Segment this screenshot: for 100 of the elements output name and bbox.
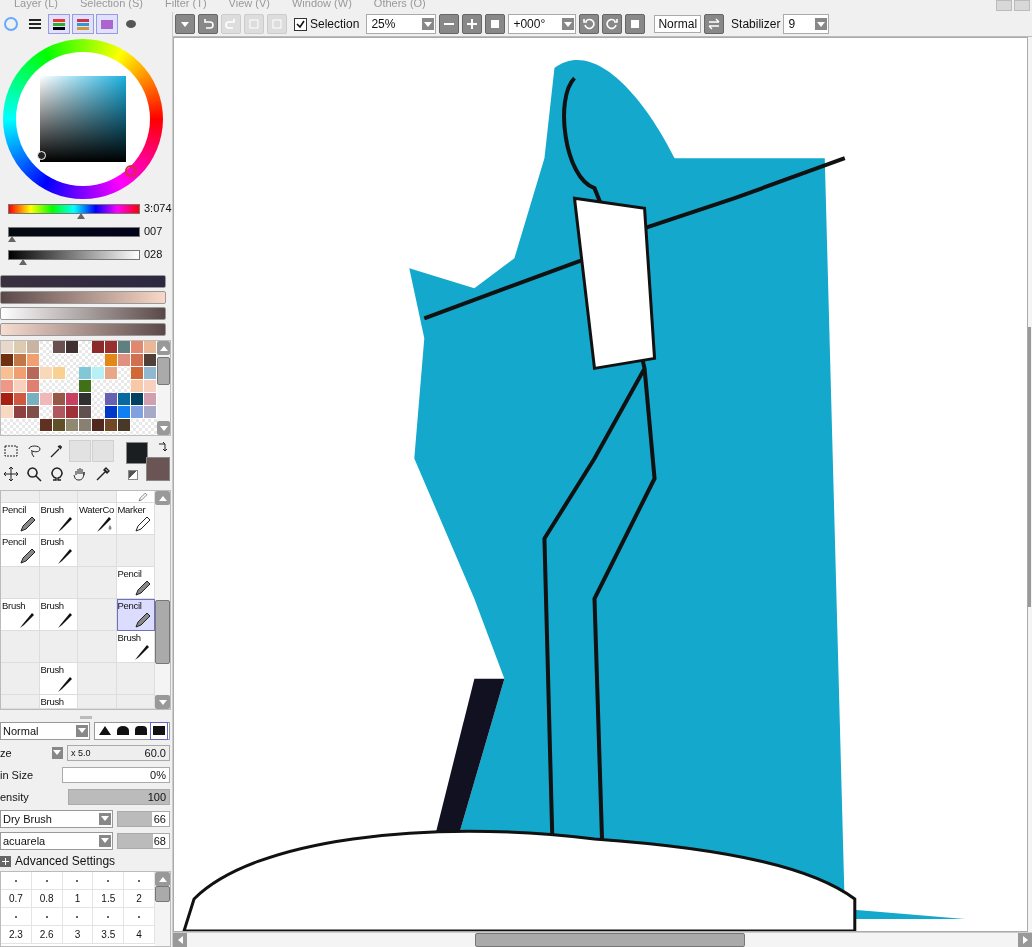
color-swatch[interactable] bbox=[27, 354, 40, 367]
color-swatch[interactable] bbox=[40, 393, 53, 406]
color-swatch[interactable] bbox=[27, 367, 40, 380]
color-swatch[interactable] bbox=[66, 419, 79, 432]
brush-slot[interactable]: Brush bbox=[39, 695, 78, 709]
brush-slot[interactable]: Brush bbox=[39, 599, 78, 631]
color-swatch[interactable] bbox=[1, 393, 14, 406]
zoom-in-button[interactable] bbox=[462, 14, 483, 34]
color-swatch[interactable] bbox=[118, 393, 131, 406]
hand-icon[interactable] bbox=[72, 466, 88, 482]
brush-slot[interactable]: Brush bbox=[39, 663, 78, 695]
reset-zoom-button[interactable] bbox=[485, 14, 506, 34]
eyedropper-icon[interactable] bbox=[95, 466, 111, 482]
brush-size-preset[interactable]: 2.6 bbox=[31, 926, 63, 943]
selection-checkbox[interactable]: Selection bbox=[294, 17, 360, 31]
density-slider[interactable]: 100 bbox=[68, 788, 170, 805]
foreground-color[interactable] bbox=[126, 442, 148, 464]
color-swatch[interactable] bbox=[1, 406, 14, 419]
size-field[interactable]: x 5.0 60.0 bbox=[67, 744, 170, 761]
color-swatch[interactable] bbox=[66, 406, 79, 419]
color-swatch[interactable] bbox=[131, 406, 144, 419]
texture-strength-slider[interactable]: 68 bbox=[116, 832, 170, 849]
color-swatch[interactable] bbox=[53, 406, 66, 419]
zoom-dropdown[interactable]: 25% bbox=[366, 14, 437, 34]
color-swatch[interactable] bbox=[1, 341, 14, 354]
color-swatch[interactable] bbox=[79, 419, 92, 432]
brush-slot[interactable]: Pencil bbox=[116, 599, 155, 631]
brush-slot[interactable] bbox=[116, 491, 155, 503]
brush-size-preset[interactable]: 0.8 bbox=[31, 890, 63, 907]
color-swatch[interactable] bbox=[131, 393, 144, 406]
color-swatch[interactable] bbox=[79, 406, 92, 419]
color-swatch[interactable] bbox=[144, 367, 157, 380]
brush-size-preset[interactable]: 3.5 bbox=[93, 926, 125, 943]
color-swatch[interactable] bbox=[14, 354, 27, 367]
color-swatch[interactable] bbox=[118, 419, 131, 432]
color-swatch[interactable] bbox=[14, 393, 27, 406]
brush-size-preset[interactable]: 0.7 bbox=[1, 890, 32, 907]
color-swatch[interactable] bbox=[1, 367, 14, 380]
palette-scrollbar[interactable] bbox=[157, 341, 170, 435]
rotation-dropdown[interactable]: +000° bbox=[508, 14, 577, 34]
rotate-left-button[interactable] bbox=[579, 14, 600, 34]
color-swatch[interactable] bbox=[79, 380, 92, 393]
color-swatch[interactable] bbox=[118, 354, 131, 367]
brush-size-preset[interactable]: 1 bbox=[62, 890, 94, 907]
color-swatch[interactable] bbox=[144, 341, 157, 354]
color-swatch[interactable] bbox=[40, 419, 53, 432]
color-swatch[interactable] bbox=[92, 341, 105, 354]
brush-size-preset[interactable]: 3 bbox=[62, 926, 94, 943]
brush-size-preset[interactable]: 2 bbox=[124, 890, 155, 907]
color-swatch[interactable] bbox=[131, 380, 144, 393]
dropdown-button[interactable] bbox=[175, 14, 195, 34]
wand-icon[interactable] bbox=[49, 443, 65, 459]
color-swatch[interactable] bbox=[66, 393, 79, 406]
brush-slot[interactable]: Marker bbox=[116, 503, 155, 535]
zoom-out-button[interactable] bbox=[439, 14, 460, 34]
color-slider[interactable] bbox=[8, 248, 140, 265]
brush-slot[interactable]: WaterCo bbox=[78, 503, 117, 535]
color-swatch[interactable] bbox=[14, 341, 27, 354]
swap-arrow-icon[interactable] bbox=[158, 442, 168, 452]
color-swatch[interactable] bbox=[144, 380, 157, 393]
texture-dropdown[interactable]: Dry Brush bbox=[0, 809, 113, 828]
color-swatch[interactable] bbox=[105, 341, 118, 354]
texture-dropdown[interactable]: acuarela bbox=[0, 831, 113, 850]
color-swatch[interactable] bbox=[53, 419, 66, 432]
color-swatch[interactable] bbox=[105, 367, 118, 380]
brush-slot[interactable]: Pencil bbox=[1, 535, 40, 567]
color-swatch[interactable] bbox=[92, 419, 105, 432]
canvas-horizontal-scrollbar[interactable] bbox=[173, 932, 1032, 947]
background-color[interactable] bbox=[146, 457, 170, 481]
color-swatch[interactable] bbox=[131, 367, 144, 380]
color-mixer[interactable] bbox=[0, 275, 166, 336]
color-swatch[interactable] bbox=[1, 354, 14, 367]
lasso-icon[interactable] bbox=[26, 443, 42, 459]
brush-size-preset[interactable]: 1.5 bbox=[93, 890, 125, 907]
color-mode-button[interactable] bbox=[96, 14, 118, 34]
preset-scrollbar[interactable] bbox=[155, 872, 170, 946]
color-swatch[interactable] bbox=[1, 380, 14, 393]
color-swatch[interactable] bbox=[14, 406, 27, 419]
color-swatch[interactable] bbox=[79, 393, 92, 406]
color-swatch[interactable] bbox=[105, 406, 118, 419]
color-slider[interactable] bbox=[8, 225, 140, 242]
brush-scrollbar[interactable] bbox=[155, 491, 170, 709]
color-swatch[interactable] bbox=[92, 367, 105, 380]
color-mode-button[interactable] bbox=[48, 14, 70, 34]
color-swatch[interactable] bbox=[131, 354, 144, 367]
color-swatch[interactable] bbox=[27, 393, 40, 406]
color-swatch[interactable] bbox=[131, 341, 144, 354]
move-icon[interactable] bbox=[3, 466, 19, 482]
blend-mode-dropdown[interactable]: Normal bbox=[0, 721, 90, 740]
color-swatch[interactable] bbox=[53, 341, 66, 354]
reset-rotation-button[interactable] bbox=[625, 14, 646, 34]
brush-slot[interactable]: Brush bbox=[39, 503, 78, 535]
blend-button[interactable]: Normal bbox=[654, 15, 702, 33]
color-mode-button[interactable] bbox=[72, 14, 94, 34]
flip-button[interactable] bbox=[704, 14, 725, 34]
color-swatch[interactable] bbox=[40, 367, 53, 380]
rect-select-icon[interactable] bbox=[3, 443, 19, 459]
color-swatch[interactable] bbox=[144, 393, 157, 406]
color-swatch[interactable] bbox=[79, 367, 92, 380]
size-dropdown[interactable] bbox=[51, 746, 63, 759]
